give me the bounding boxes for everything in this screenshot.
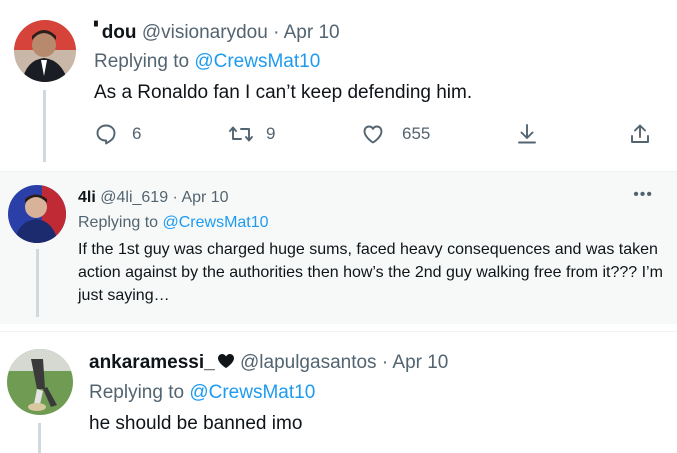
handle[interactable]: @lapulgasantos [240, 352, 377, 373]
share-button[interactable] [628, 122, 652, 146]
reply-count: 6 [132, 124, 142, 143]
retweet-button[interactable]: 9 [228, 122, 275, 146]
tweet-2[interactable]: 4li @4li_619 · Apr 10 ••• Replying to @C… [0, 172, 677, 324]
display-name[interactable]: ankaramessi_ [89, 352, 235, 373]
thread-line [36, 249, 39, 317]
download-icon [518, 124, 536, 144]
replying-to: Replying to @CrewsMat10 [89, 382, 316, 403]
tweet-1[interactable]: ▘dou @visionarydou · Apr 10 Replying to … [0, 0, 677, 170]
thread-line [38, 423, 41, 453]
reply-mention-link[interactable]: @CrewsMat10 [189, 382, 315, 403]
replying-to: Replying to @CrewsMat10 [78, 214, 269, 231]
like-button[interactable]: 655 [360, 122, 430, 146]
more-options-icon[interactable]: ••• [633, 186, 653, 204]
separator: · [381, 352, 389, 373]
display-name[interactable]: ▘dou [94, 22, 137, 43]
tweet-header: ▘dou @visionarydou · Apr 10 [94, 22, 340, 44]
separator: · [172, 189, 178, 206]
thread-line [43, 90, 46, 162]
heart-emoji-icon [217, 354, 234, 368]
replying-to: Replying to @CrewsMat10 [94, 51, 321, 72]
reply-button[interactable]: 6 [94, 122, 141, 146]
tweet-text: As a Ronaldo fan I can’t keep defending … [94, 82, 473, 103]
reply-mention-link[interactable]: @CrewsMat10 [163, 214, 269, 231]
handle[interactable]: @4li_619 [100, 189, 168, 206]
heart-icon [363, 125, 383, 144]
handle[interactable]: @visionarydou [142, 22, 268, 43]
tweet-header: ankaramessi_ @lapulgasantos · Apr 10 [89, 352, 448, 374]
display-name[interactable]: 4li [78, 189, 96, 206]
avatar[interactable] [7, 349, 73, 415]
retweet-count: 9 [266, 124, 276, 143]
retweet-icon [229, 126, 253, 142]
timestamp[interactable]: Apr 10 [284, 22, 340, 43]
timestamp[interactable]: Apr 10 [181, 189, 228, 206]
separator: · [273, 22, 280, 43]
share-icon [631, 124, 649, 143]
like-count: 655 [402, 124, 431, 143]
avatar[interactable] [14, 20, 76, 82]
reply-icon [96, 124, 116, 145]
avatar[interactable] [8, 185, 66, 243]
download-button[interactable] [515, 122, 539, 146]
tweet-3[interactable]: ankaramessi_ @lapulgasantos · Apr 10 Rep… [0, 331, 677, 453]
tweet-text: he should be banned imo [89, 413, 303, 434]
tweet-text: If the 1st guy was charged huge sums, fa… [78, 241, 663, 304]
tweet-header: 4li @4li_619 · Apr 10 [78, 189, 229, 207]
timestamp[interactable]: Apr 10 [392, 352, 448, 373]
reply-mention-link[interactable]: @CrewsMat10 [194, 51, 320, 72]
